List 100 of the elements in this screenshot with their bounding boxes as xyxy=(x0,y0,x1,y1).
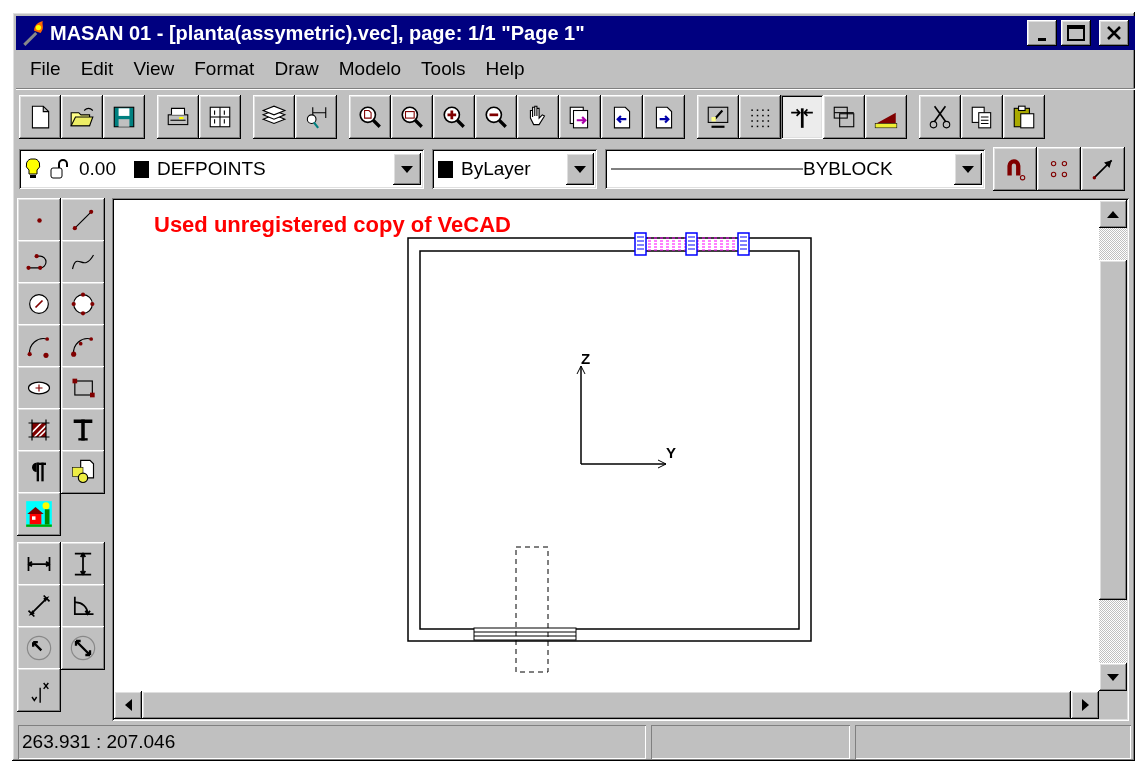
maximize-button[interactable] xyxy=(1061,20,1091,46)
scroll-down-button[interactable] xyxy=(1099,663,1127,691)
toolbar-button[interactable] xyxy=(697,95,739,139)
tool-button[interactable] xyxy=(17,492,61,536)
menu-item[interactable]: View xyxy=(123,58,185,80)
zoom-out-icon xyxy=(483,104,509,130)
tool-button[interactable] xyxy=(61,626,105,670)
dropdown-button[interactable] xyxy=(393,153,421,185)
layer-name: DEFPOINTS xyxy=(157,158,266,180)
tool-button[interactable] xyxy=(17,324,61,368)
toolbar-button[interactable] xyxy=(253,95,295,139)
scroll-thumb[interactable] xyxy=(1099,260,1127,600)
color-value: ByLayer xyxy=(461,158,531,180)
scissors-icon xyxy=(927,104,953,130)
tool-button[interactable] xyxy=(17,366,61,410)
tool-button[interactable] xyxy=(17,542,61,586)
caret-icon xyxy=(401,165,413,173)
up-arrow-icon xyxy=(1107,210,1119,218)
overlap-icon xyxy=(831,104,857,130)
toolbar-button[interactable] xyxy=(739,95,781,139)
menu-item[interactable]: Format xyxy=(184,58,265,80)
line-width-value: 0.00 xyxy=(79,158,116,180)
color-swatch xyxy=(438,160,453,178)
toolbar-button[interactable] xyxy=(961,95,1003,139)
toolbar-button[interactable] xyxy=(517,95,559,139)
tool-button[interactable] xyxy=(61,198,105,242)
tool-button[interactable] xyxy=(61,584,105,628)
dropdown-button[interactable] xyxy=(566,153,594,185)
toolbar-button[interactable] xyxy=(349,95,391,139)
toolbar-button[interactable] xyxy=(475,95,517,139)
toolbar-button[interactable] xyxy=(601,95,643,139)
dropdown-button[interactable] xyxy=(954,153,982,185)
tool-button[interactable] xyxy=(61,366,105,410)
toolbar-button[interactable] xyxy=(391,95,433,139)
right-arrow-icon xyxy=(1081,699,1089,711)
tool-button[interactable] xyxy=(61,240,105,284)
toolbar-button[interactable] xyxy=(919,95,961,139)
tool-button[interactable] xyxy=(61,450,105,494)
menu-item[interactable]: Tools xyxy=(411,58,476,80)
toolbar-button[interactable] xyxy=(1003,95,1045,139)
house-icon xyxy=(25,500,53,528)
toolbar-button[interactable] xyxy=(157,95,199,139)
menu-item[interactable]: Help xyxy=(475,58,535,80)
tool-button[interactable] xyxy=(61,324,105,368)
toolbar-button[interactable] xyxy=(19,95,61,139)
window-title: MASAN 01 - [planta(assymetric).vec], page: 1/1 "Page 1" xyxy=(50,21,586,45)
scroll-left-button[interactable] xyxy=(114,691,142,719)
toolbar-button[interactable] xyxy=(1037,147,1081,191)
tool-button[interactable] xyxy=(17,240,61,284)
tool-button[interactable] xyxy=(17,198,61,242)
toolbar-button[interactable] xyxy=(823,95,865,139)
color-dropdown[interactable]: ByLayer xyxy=(432,149,597,189)
grid-layout-icon xyxy=(207,104,233,130)
caret-icon xyxy=(1107,673,1119,681)
point-icon xyxy=(36,217,42,223)
scroll-right-button[interactable] xyxy=(1071,691,1099,719)
tool-button[interactable] xyxy=(17,408,61,452)
layer-dropdown[interactable]: 0.00 DEFPOINTS xyxy=(19,149,424,189)
toolbar-button[interactable] xyxy=(61,95,103,139)
toolbar-button[interactable] xyxy=(781,95,823,139)
tool-button[interactable] xyxy=(17,668,61,712)
light-bulb-icon xyxy=(25,158,41,180)
menu-item[interactable]: Edit xyxy=(70,58,124,80)
tool-button[interactable] xyxy=(17,584,61,628)
toolbar-button[interactable] xyxy=(433,95,475,139)
menu-item[interactable]: Modelo xyxy=(328,58,412,80)
toolbar-button[interactable] xyxy=(199,95,241,139)
coordinates-text: 263.931 : 207.046 xyxy=(22,731,176,753)
toolbar-button[interactable] xyxy=(993,147,1037,191)
menu-item[interactable]: Draw xyxy=(264,58,329,80)
toolbar-button[interactable] xyxy=(865,95,907,139)
caret-icon xyxy=(962,165,974,173)
toolbar-button[interactable] xyxy=(295,95,337,139)
toolbar-button[interactable] xyxy=(559,95,601,139)
monitor-icon xyxy=(705,104,731,130)
vertical-scrollbar[interactable] xyxy=(1099,200,1127,691)
zoom-in-icon xyxy=(441,104,467,130)
color-swatch xyxy=(134,160,149,178)
zoom-page-icon xyxy=(357,104,383,130)
toolbar-button[interactable] xyxy=(103,95,145,139)
insert-block-icon xyxy=(69,458,97,486)
toolbar-button[interactable] xyxy=(1081,147,1125,191)
tool-button[interactable] xyxy=(61,408,105,452)
tool-button[interactable] xyxy=(17,450,61,494)
padlock-icon xyxy=(49,158,71,180)
zoom-window-icon xyxy=(399,104,425,130)
menu-item[interactable]: File xyxy=(20,58,71,80)
linetype-value: BYBLOCK xyxy=(803,158,893,180)
scroll-up-button[interactable] xyxy=(1099,200,1127,228)
tool-button[interactable] xyxy=(61,282,105,326)
tool-button[interactable] xyxy=(61,542,105,586)
close-button[interactable] xyxy=(1099,20,1129,46)
clipboard-icon xyxy=(1011,104,1037,130)
tool-button[interactable] xyxy=(17,626,61,670)
linetype-dropdown[interactable]: BYBLOCK xyxy=(605,149,985,189)
maximize-icon xyxy=(1067,25,1085,41)
circle-points-icon xyxy=(69,290,97,318)
minimize-button[interactable] xyxy=(1027,20,1057,46)
tool-button[interactable] xyxy=(17,282,61,326)
toolbar-button[interactable] xyxy=(643,95,685,139)
